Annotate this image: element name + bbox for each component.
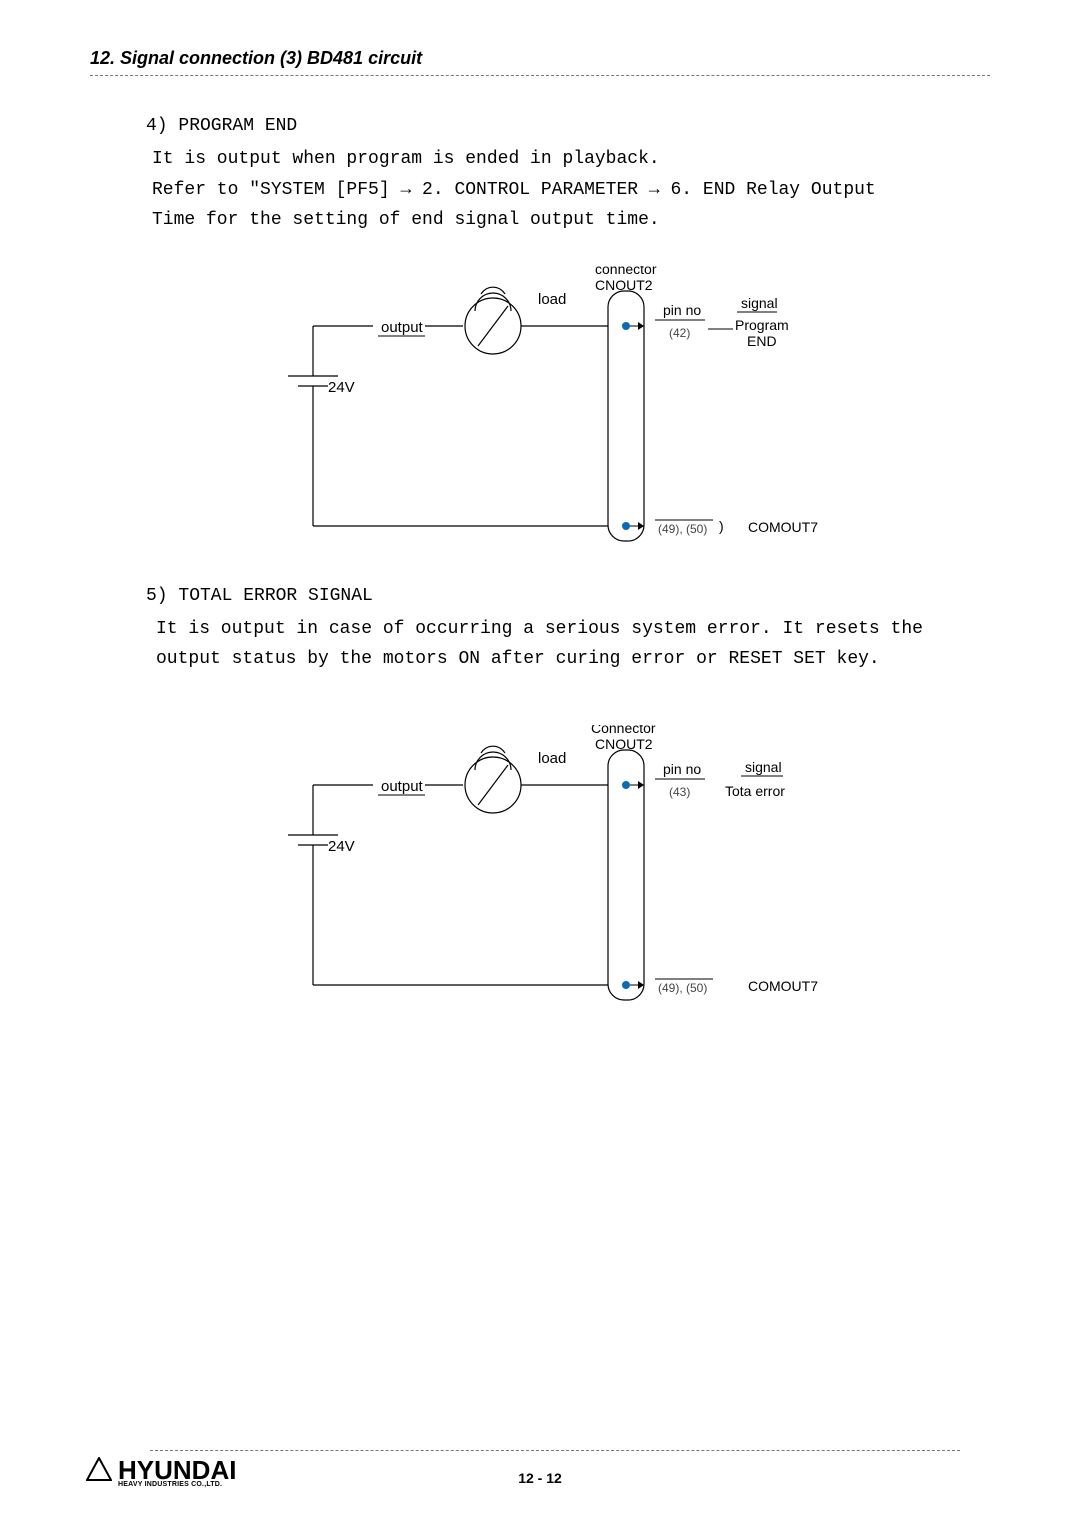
d2-signal: signal (745, 759, 782, 775)
d1-sig2: END (747, 333, 777, 349)
section-4-line1: It is output when program is ended in pl… (152, 149, 660, 169)
d2-output: output (381, 778, 424, 795)
d1-load: load (538, 291, 566, 308)
page-header-title: 12. Signal connection (3) BD481 circuit (90, 48, 990, 69)
section-4-text: It is output when program is ended in pl… (152, 144, 980, 236)
hyundai-logo-icon (86, 1457, 112, 1483)
section-4-line3: Time for the setting of end signal outpu… (152, 210, 660, 230)
d1-paren: ) (719, 518, 724, 534)
d2-pin43: (43) (669, 785, 690, 799)
section-5-line1: It is output in case of occurring a seri… (156, 619, 923, 639)
page-footer: HYUNDAI HEAVY INDUSTRIES CO.,LTD. 12 - 1… (90, 1450, 990, 1488)
footer-divider (150, 1450, 960, 1451)
d1-sig1: Program (735, 317, 789, 333)
d2-volt: 24V (328, 838, 355, 855)
d1-signal: signal (741, 295, 778, 311)
d2-pinno: pin no (663, 761, 701, 777)
main-content: 4) PROGRAM END It is output when program… (90, 116, 990, 1015)
d1-pin42: (42) (669, 326, 690, 340)
page-number: 12 - 12 (518, 1470, 562, 1486)
section-4-line2: Refer to "SYSTEM [PF5] → 2. CONTROL PARA… (152, 180, 876, 200)
d1-volt: 24V (328, 379, 355, 396)
hyundai-logo: HYUNDAI (86, 1457, 236, 1483)
d2-comout: COMOUT7 (748, 978, 818, 994)
d1-connector1: connector (595, 266, 657, 277)
logo-text: HYUNDAI (118, 1457, 236, 1483)
section-4-head: 4) PROGRAM END (146, 116, 980, 136)
diagram-1: 24V output load connector CNOUT2 pin no (146, 266, 980, 556)
diagram-2: 24V output load Connector CNOUT2 pin no … (146, 725, 980, 1015)
header-divider (90, 75, 990, 76)
d1-output: output (381, 319, 424, 336)
d1-pinno: pin no (663, 302, 701, 318)
d2-pin4950: (49), (50) (658, 981, 707, 995)
d1-connector2: CNOUT2 (595, 277, 653, 293)
d2-sig: Tota error (725, 783, 785, 799)
d1-pin4950: (49), (50) (658, 522, 707, 536)
d2-load: load (538, 750, 566, 767)
d1-comout: COMOUT7 (748, 519, 818, 535)
section-5-text: It is output in case of occurring a seri… (156, 614, 980, 675)
section-5-head: 5) TOTAL ERROR SIGNAL (146, 586, 980, 606)
section-5-line2: output status by the motors ON after cur… (156, 649, 880, 669)
d2-connector1: Connector (591, 725, 656, 736)
d2-connector2: CNOUT2 (595, 736, 653, 752)
